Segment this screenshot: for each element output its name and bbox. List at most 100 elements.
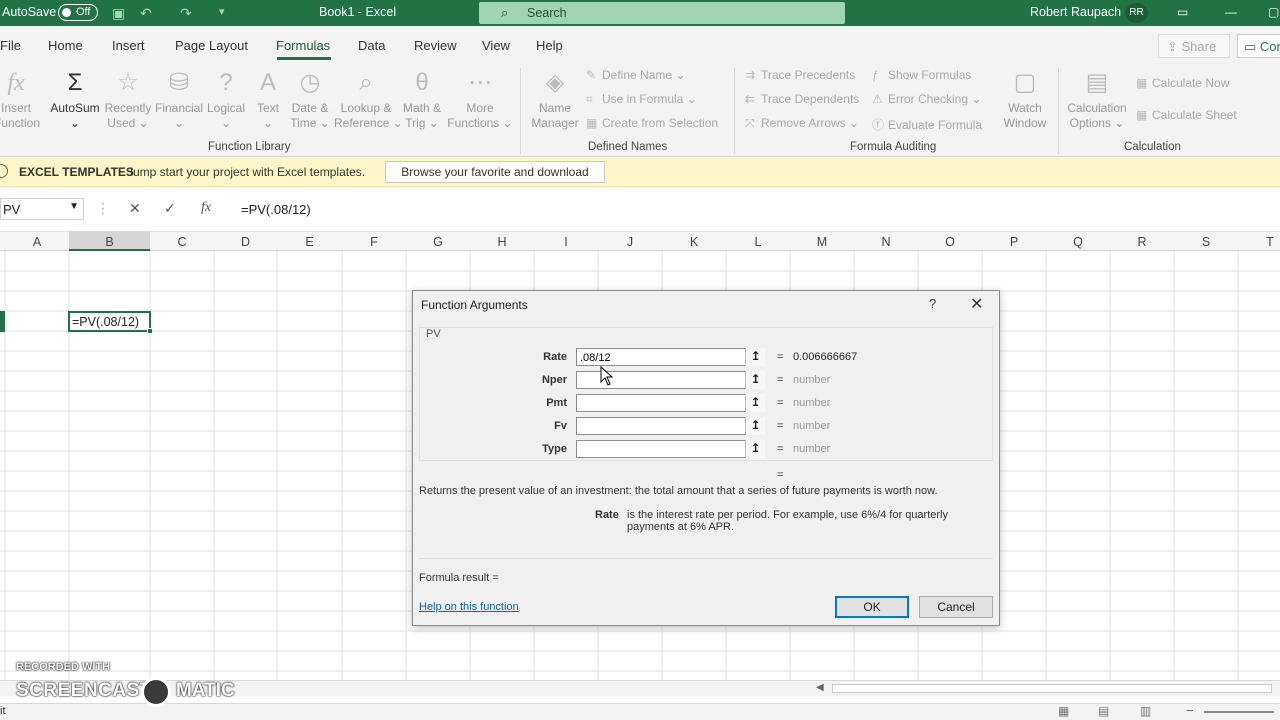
dialog-divider <box>419 558 993 559</box>
math-trig-line1: Math & <box>402 101 441 115</box>
zoom-slider[interactable] <box>1204 711 1274 713</box>
tab-file[interactable]: File <box>0 38 21 53</box>
fill-handle[interactable] <box>147 328 153 334</box>
page-layout-view-icon[interactable]: ▤ <box>1098 704 1109 718</box>
autosum-button[interactable]: Σ AutoSum ⌄ <box>48 65 102 131</box>
zoom-out-icon[interactable]: − <box>1186 703 1194 718</box>
rate-input[interactable] <box>576 348 756 366</box>
column-header-f[interactable]: F <box>342 235 406 249</box>
help-button[interactable]: ? <box>929 296 936 311</box>
horizontal-scrollbar[interactable] <box>832 684 1272 693</box>
logical-button[interactable]: ? Logical ⌄ <box>204 65 248 131</box>
recently-used-button[interactable]: ☆ Recently Used ⌄ <box>102 65 154 131</box>
save-icon[interactable]: ▣ <box>112 5 125 22</box>
tab-insert[interactable]: Insert <box>112 38 145 53</box>
column-header-p[interactable]: P <box>982 235 1046 249</box>
tab-data[interactable]: Data <box>358 38 385 53</box>
insert-function-icon[interactable]: fx <box>201 200 211 216</box>
scroll-left-icon[interactable]: ◀ <box>816 682 824 693</box>
comments-button[interactable]: ▭ Con <box>1237 34 1280 58</box>
calculate-sheet-button[interactable]: ▦ Calculate Sheet <box>1136 108 1237 122</box>
column-header-c[interactable]: C <box>150 235 214 249</box>
maximize-icon[interactable]: ▢ <box>1268 5 1279 19</box>
fv-input[interactable] <box>576 417 756 435</box>
trace-dependents-button[interactable]: ⇇ Trace Dependents <box>745 92 859 106</box>
autosave-toggle[interactable]: Off <box>58 4 98 21</box>
calculate-now-button[interactable]: ▦ Calculate Now <box>1136 76 1229 90</box>
column-header-k[interactable]: K <box>662 235 726 249</box>
ok-button[interactable]: OK <box>835 596 909 618</box>
use-in-formula-button[interactable]: ⌗ Use in Formula ⌄ <box>586 92 697 107</box>
tab-view[interactable]: View <box>482 38 510 53</box>
customize-qat-icon[interactable]: ▾ <box>219 5 225 18</box>
column-header-r[interactable]: R <box>1110 235 1174 249</box>
column-header-h[interactable]: H <box>470 235 534 249</box>
tab-help[interactable]: Help <box>536 38 563 53</box>
user-name[interactable]: Robert Raupach <box>1030 5 1121 19</box>
name-manager-button[interactable]: ◈ Name Manager <box>528 65 582 131</box>
tab-formulas[interactable]: Formulas <box>276 38 330 53</box>
column-header-l[interactable]: L <box>726 235 790 249</box>
type-result: number <box>793 443 831 455</box>
column-header-q[interactable]: Q <box>1046 235 1110 249</box>
text-button[interactable]: A Text ⌄ <box>250 65 286 131</box>
error-checking-button[interactable]: ⚠ Error Checking ⌄ <box>872 92 981 106</box>
column-header-d[interactable]: D <box>214 235 277 249</box>
tab-page-layout[interactable]: Page Layout <box>175 38 248 53</box>
normal-view-icon[interactable]: ▦ <box>1058 704 1069 718</box>
fv-result: number <box>793 420 831 432</box>
more-functions-button[interactable]: ⋯ More Functions ⌄ <box>446 65 514 131</box>
collapse-dialog-icon[interactable]: ↥ <box>745 394 765 412</box>
close-icon[interactable]: ✕ <box>970 294 983 314</box>
column-header-i[interactable]: I <box>534 235 598 249</box>
column-header-a[interactable]: A <box>5 235 69 249</box>
minimize-icon[interactable]: — <box>1225 5 1237 19</box>
tab-home[interactable]: Home <box>48 38 83 53</box>
financial-button[interactable]: ⛁ Financial ⌄ <box>152 65 206 131</box>
column-header-j[interactable]: J <box>598 235 662 249</box>
search-box[interactable]: ⌕ Search <box>479 2 845 24</box>
undo-icon[interactable]: ↶ <box>140 5 152 22</box>
pmt-input[interactable] <box>576 394 756 412</box>
watch-window-button[interactable]: ▢ Watch Window <box>1000 65 1050 131</box>
collapse-dialog-icon[interactable]: ↥ <box>745 348 765 366</box>
column-header-m[interactable]: M <box>790 235 854 249</box>
cancel-entry-icon[interactable]: ✕ <box>129 200 141 217</box>
cancel-button[interactable]: Cancel <box>919 596 993 618</box>
confirm-entry-icon[interactable]: ✓ <box>164 200 176 217</box>
trace-precedents-button[interactable]: ⇉ Trace Precedents <box>745 68 855 82</box>
date-time-button[interactable]: ◷ Date & Time ⌄ <box>286 65 334 131</box>
active-cell[interactable]: =PV(.08/12) <box>68 311 153 334</box>
column-header-e[interactable]: E <box>277 235 342 249</box>
collapse-dialog-icon[interactable]: ↥ <box>745 417 765 435</box>
formula-input[interactable]: =PV(.08/12) <box>241 202 311 217</box>
insert-function-button[interactable]: fx Insert Function <box>0 65 40 131</box>
collapse-dialog-icon[interactable]: ↥ <box>745 440 765 458</box>
column-header-n[interactable]: N <box>854 235 918 249</box>
column-header-b[interactable]: B <box>69 235 150 249</box>
remove-arrows-button[interactable]: ⤧ Remove Arrows ⌄ <box>745 116 859 131</box>
math-trig-button[interactable]: θ Math & Trig ⌄ <box>398 65 446 131</box>
tab-review[interactable]: Review <box>414 38 457 53</box>
share-button[interactable]: ⇪ Share <box>1158 34 1230 58</box>
type-input[interactable] <box>576 440 756 458</box>
collapse-dialog-icon[interactable]: ↥ <box>745 371 765 389</box>
name-box[interactable]: PV ▼ <box>0 198 84 220</box>
avatar[interactable]: RR <box>1125 3 1148 23</box>
column-header-s[interactable]: S <box>1174 235 1238 249</box>
help-on-function-link[interactable]: Help on this function <box>419 601 519 613</box>
calculation-options-button[interactable]: ▤ Calculation Options ⌄ <box>1064 65 1130 131</box>
redo-icon[interactable]: ↷ <box>180 5 192 22</box>
page-break-view-icon[interactable]: ▥ <box>1140 704 1151 718</box>
pencil-tag-icon: ✎ <box>586 68 597 82</box>
browse-templates-button[interactable]: Browse your favorite and download <box>385 161 605 183</box>
ribbon-display-icon[interactable]: ▭ <box>1177 5 1188 19</box>
column-header-t[interactable]: T <box>1238 235 1280 249</box>
create-from-selection-button[interactable]: ▦ Create from Selection <box>586 116 718 130</box>
define-name-button[interactable]: ✎ Define Name ⌄ <box>586 68 685 82</box>
evaluate-formula-button[interactable]: ⓕ Evaluate Formula <box>872 116 982 133</box>
show-formulas-button[interactable]: ƒ Show Formulas <box>872 68 971 82</box>
column-header-o[interactable]: O <box>918 235 982 249</box>
lookup-reference-button[interactable]: ⌕ Lookup & Reference ⌄ <box>334 65 403 131</box>
column-header-g[interactable]: G <box>406 235 470 249</box>
